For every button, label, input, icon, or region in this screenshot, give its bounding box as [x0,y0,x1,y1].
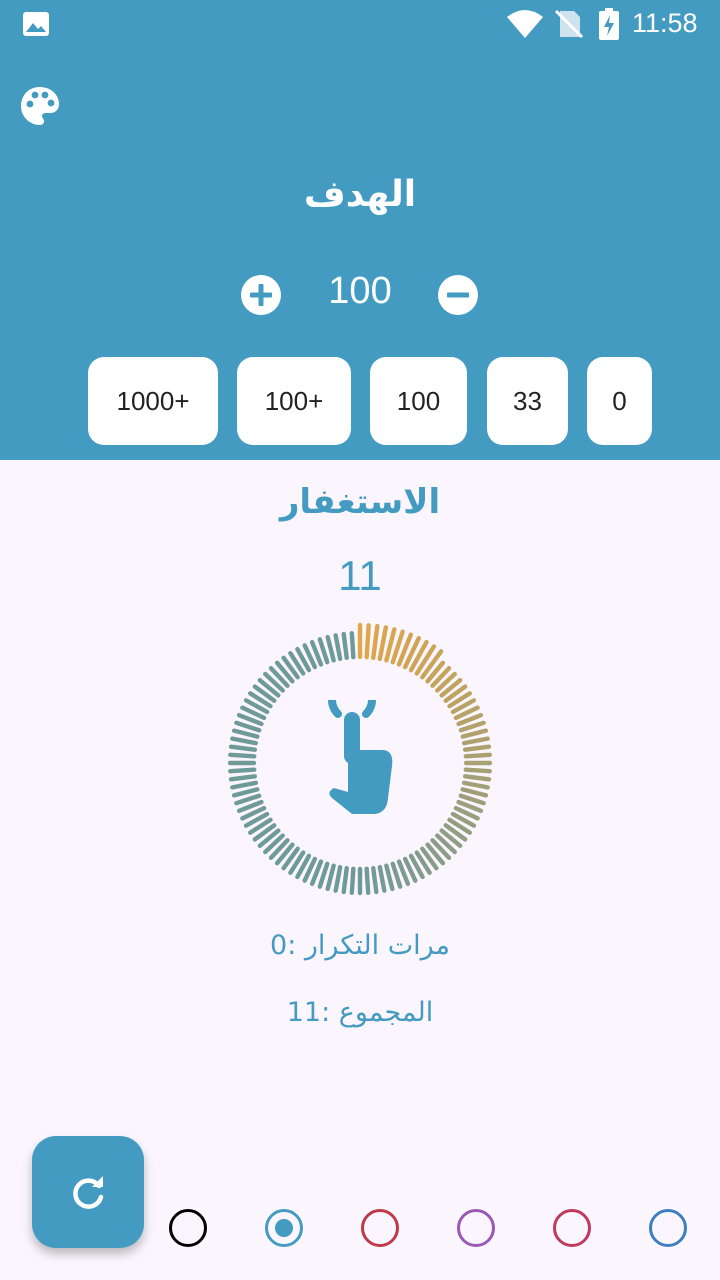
progress-tick [349,866,356,895]
progress-tick [461,736,490,746]
progress-tick [463,752,492,759]
no-sim-icon [554,9,584,39]
plus-circle-icon [250,284,272,306]
progress-tick [228,744,258,752]
theme-radio-black[interactable] [169,1209,207,1247]
progress-tick [377,864,387,893]
total-label: المجموع :11 [286,997,434,1028]
increase-goal-button[interactable] [241,275,281,315]
decrease-goal-button[interactable] [438,275,478,315]
refresh-icon [73,1176,104,1209]
progress-tick [384,863,395,892]
progress-tick [371,623,380,661]
progress-tick [377,625,389,662]
progress-tick [333,633,343,662]
progress-tick [364,866,371,895]
counter-value: 11 [338,552,382,599]
repetitions-label: مرات التكرار :0 [270,930,450,961]
progress-tick [341,865,349,895]
theme-radio-red[interactable] [361,1209,399,1247]
theme-radio-blue[interactable] [265,1209,303,1247]
progress-tick [231,728,260,739]
preset-button-1000-plus[interactable]: 1000+ [88,357,218,445]
preset-button-33[interactable]: 33 [487,357,568,445]
progress-tick [230,736,259,746]
goal-value: 100 [328,270,392,312]
status-bar: 11:58 [0,0,720,50]
theme-radio-crimson[interactable] [553,1209,591,1247]
progress-tick [325,863,336,892]
progress-tick [325,634,336,663]
theme-radio-light-blue[interactable] [649,1209,687,1247]
progress-tick [364,623,371,660]
progress-tick [231,787,260,798]
gallery-icon [23,12,49,36]
progress-tick [460,728,489,739]
battery-charging-icon [599,8,619,40]
progress-tick [371,865,379,895]
progress-tick [460,787,489,798]
progress-tick [461,780,490,790]
preset-button-100-plus[interactable]: 100+ [237,357,351,445]
progress-tick [349,631,356,660]
progress-tick [228,752,257,759]
preset-button-100[interactable]: 100 [370,357,467,445]
reset-button[interactable] [32,1136,144,1248]
progress-tick [463,767,492,774]
progress-tick [230,780,259,790]
progress-tick [333,864,343,893]
progress-tick [462,744,492,752]
minus-circle-icon [447,292,469,298]
progress-tick [228,774,258,782]
header-panel: 11:58 الهدف 100 1000+ 100+ 100 33 0 [0,0,720,460]
theme-radio-purple[interactable] [457,1209,495,1247]
status-time: 11:58 [632,8,698,38]
progress-tick [462,774,492,782]
preset-button-0[interactable]: 0 [587,357,652,445]
tap-hand-icon [328,675,393,814]
palette-icon[interactable] [18,84,62,128]
progress-tick [228,767,257,774]
wifi-icon [507,10,543,38]
dhikr-title: الاستغفار [279,482,441,522]
goal-title: الهدف [303,174,417,215]
progress-tick [341,631,349,661]
tap-counter-button[interactable] [300,675,420,830]
